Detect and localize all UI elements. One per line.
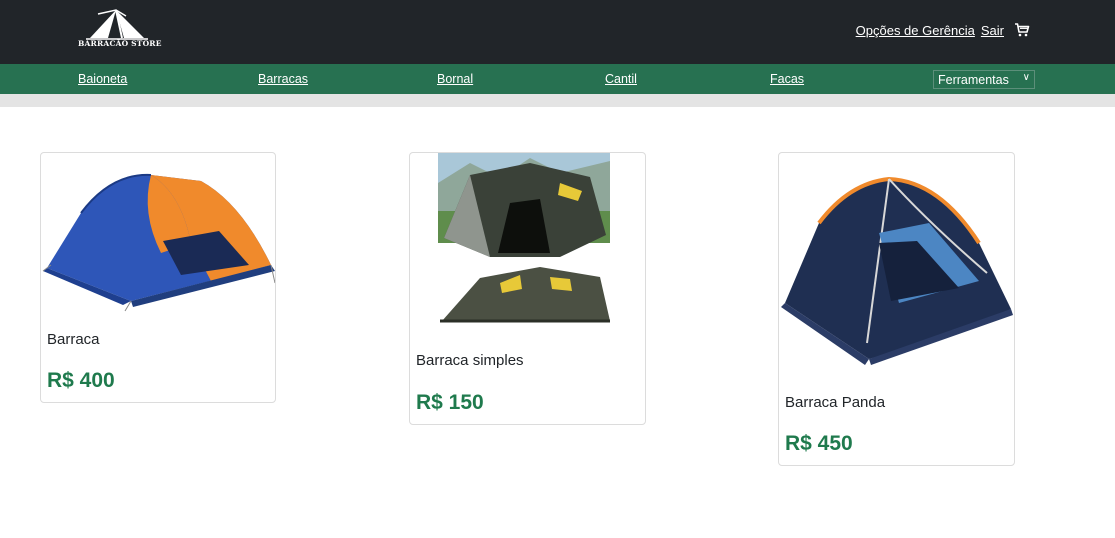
management-options-link[interactable]: Opções de Gerência bbox=[856, 23, 975, 38]
product-price: R$ 450 bbox=[785, 432, 853, 455]
product-image bbox=[42, 173, 275, 312]
product-name: Barraca Panda bbox=[785, 394, 886, 411]
nav-item-cantil[interactable]: Cantil bbox=[605, 72, 637, 86]
top-bar: BARRACÃO STORE Opções de Gerência Sair bbox=[0, 0, 1115, 64]
product-card[interactable]: Barraca R$ 400 bbox=[40, 152, 276, 403]
product-card[interactable]: Barraca simples R$ 150 bbox=[409, 152, 646, 425]
brand-logo[interactable]: BARRACÃO STORE bbox=[78, 6, 162, 50]
nav-item-bornal[interactable]: Bornal bbox=[437, 72, 473, 86]
category-select[interactable]: Ferramentas ∨ bbox=[933, 70, 1035, 89]
logout-link[interactable]: Sair bbox=[981, 23, 1004, 38]
nav-item-baioneta[interactable]: Baioneta bbox=[78, 72, 127, 86]
product-name: Barraca bbox=[47, 331, 100, 348]
category-select-value: Ferramentas bbox=[938, 73, 1009, 87]
product-price: R$ 150 bbox=[416, 391, 484, 414]
nav-item-barracas[interactable]: Barracas bbox=[258, 72, 308, 86]
tent-logo-icon bbox=[86, 9, 148, 40]
chevron-down-icon: ∨ bbox=[1022, 72, 1030, 83]
product-price: R$ 400 bbox=[47, 369, 115, 392]
product-image bbox=[781, 176, 1013, 365]
header-divider bbox=[0, 94, 1115, 107]
nav-item-facas[interactable]: Facas bbox=[770, 72, 804, 86]
product-image bbox=[438, 153, 610, 323]
cart-icon[interactable] bbox=[1014, 22, 1030, 38]
product-card[interactable]: Barraca Panda R$ 450 bbox=[778, 152, 1015, 466]
product-name: Barraca simples bbox=[416, 352, 524, 369]
brand-name: BARRACÃO STORE bbox=[78, 39, 162, 48]
header-links: Opções de Gerência Sair bbox=[856, 22, 1030, 38]
